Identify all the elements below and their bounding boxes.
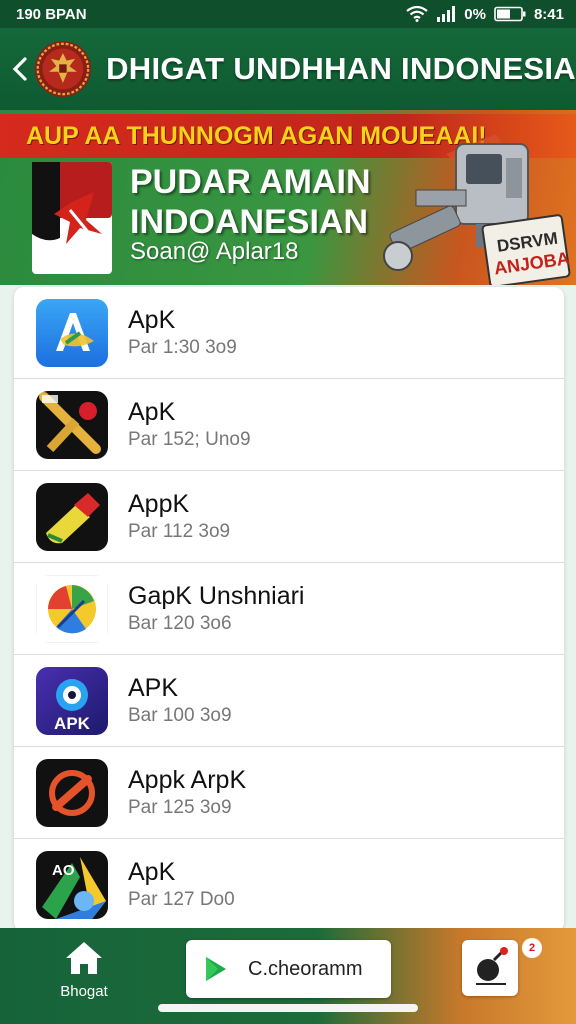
banner-title: PUDAR AMAIN INDOANESIAN	[130, 162, 371, 242]
item-title: APK	[128, 673, 179, 702]
status-icons: 0% 8:41	[406, 6, 564, 23]
cricket-bat-icon	[36, 390, 108, 459]
battery-percent: 0%	[464, 5, 486, 23]
wifi-icon	[406, 6, 428, 22]
item-subtitle: Par 127 Do0	[128, 888, 235, 910]
machine-illustration: DSRVM ANJOBA	[383, 134, 571, 285]
list-item[interactable]: Appk ArpK Par 125 3o9	[14, 747, 564, 839]
status-bar: 190 BPAN 0% 8:41	[0, 0, 576, 28]
list-item[interactable]: GapK Unshniari Bar 120 3o6	[14, 563, 564, 655]
play-store-button[interactable]: C.cheoramm	[186, 940, 391, 998]
flag-card-icon	[32, 162, 112, 274]
item-title: ApK	[128, 397, 176, 426]
item-title: GapK Unshniari	[128, 581, 305, 610]
apk-icon-text: APK	[54, 714, 91, 733]
item-subtitle: Bar 120 3o6	[128, 612, 232, 634]
notification-badge: 2	[522, 938, 542, 958]
ao-drive-icon: AO	[36, 850, 108, 919]
item-title: ApK	[128, 305, 176, 334]
page-title: DHIGAT UNDHHAN INDONESIA	[106, 51, 576, 86]
play-icon	[206, 957, 226, 981]
item-subtitle: Par 125 3o9	[128, 796, 232, 818]
profile-button[interactable]	[462, 940, 518, 996]
home-label: Bhogat	[60, 983, 108, 1000]
status-clock: 8:41	[533, 5, 564, 23]
app-header: DHIGAT UNDHHAN INDONESIA	[0, 28, 576, 110]
banner-title-line2: INDOANESIAN	[130, 203, 369, 241]
item-title: AppK	[128, 489, 190, 518]
signal-icon	[437, 6, 456, 22]
battery-icon	[494, 6, 526, 22]
app-store-icon	[36, 298, 108, 367]
home-button[interactable]: Bhogat	[44, 940, 124, 1010]
home-icon	[66, 942, 102, 974]
ao-icon-text: AO	[52, 862, 75, 879]
status-time: 190 BPAN	[16, 5, 87, 23]
list-item[interactable]: ApK Par 1:30 3o9	[14, 287, 564, 379]
chevron-left-icon	[12, 57, 27, 81]
colorful-chart-icon	[36, 574, 108, 643]
item-subtitle: Par 152; Uno9	[128, 428, 251, 450]
play-label: C.cheoramm	[248, 957, 363, 980]
banner-title-line1: PUDAR AMAIN	[130, 163, 371, 201]
bomb-icon	[476, 947, 508, 985]
item-subtitle: Par 112 3o9	[128, 520, 231, 542]
list-item[interactable]: APK APK Bar 100 3o9	[14, 655, 564, 747]
banner-subtitle: Soan@ Aplar18	[130, 238, 299, 265]
item-title: Appk ArpK	[128, 765, 247, 794]
item-subtitle: Par 1:30 3o9	[128, 336, 237, 358]
list-item[interactable]: AppK Par 112 3o9	[14, 471, 564, 563]
item-title: ApK	[128, 857, 176, 886]
home-indicator[interactable]	[158, 1004, 418, 1012]
apk-eye-icon: APK	[36, 666, 108, 735]
whistle-icon	[36, 482, 108, 551]
no-symbol-icon	[36, 758, 108, 827]
app-list: ApK Par 1:30 3o9 ApK Par 152; Uno9 AppK …	[14, 287, 564, 932]
back-button[interactable]	[8, 49, 32, 89]
promo-banner[interactable]: AUP AA THUNNOGM AGAN MOUEAAI! PUDAR AMAI…	[0, 110, 576, 285]
list-item[interactable]: AO ApK Par 127 Do0	[14, 839, 564, 931]
list-item[interactable]: ApK Par 152; Uno9	[14, 379, 564, 471]
item-subtitle: Bar 100 3o9	[128, 704, 232, 726]
garuda-emblem-icon	[35, 41, 92, 97]
